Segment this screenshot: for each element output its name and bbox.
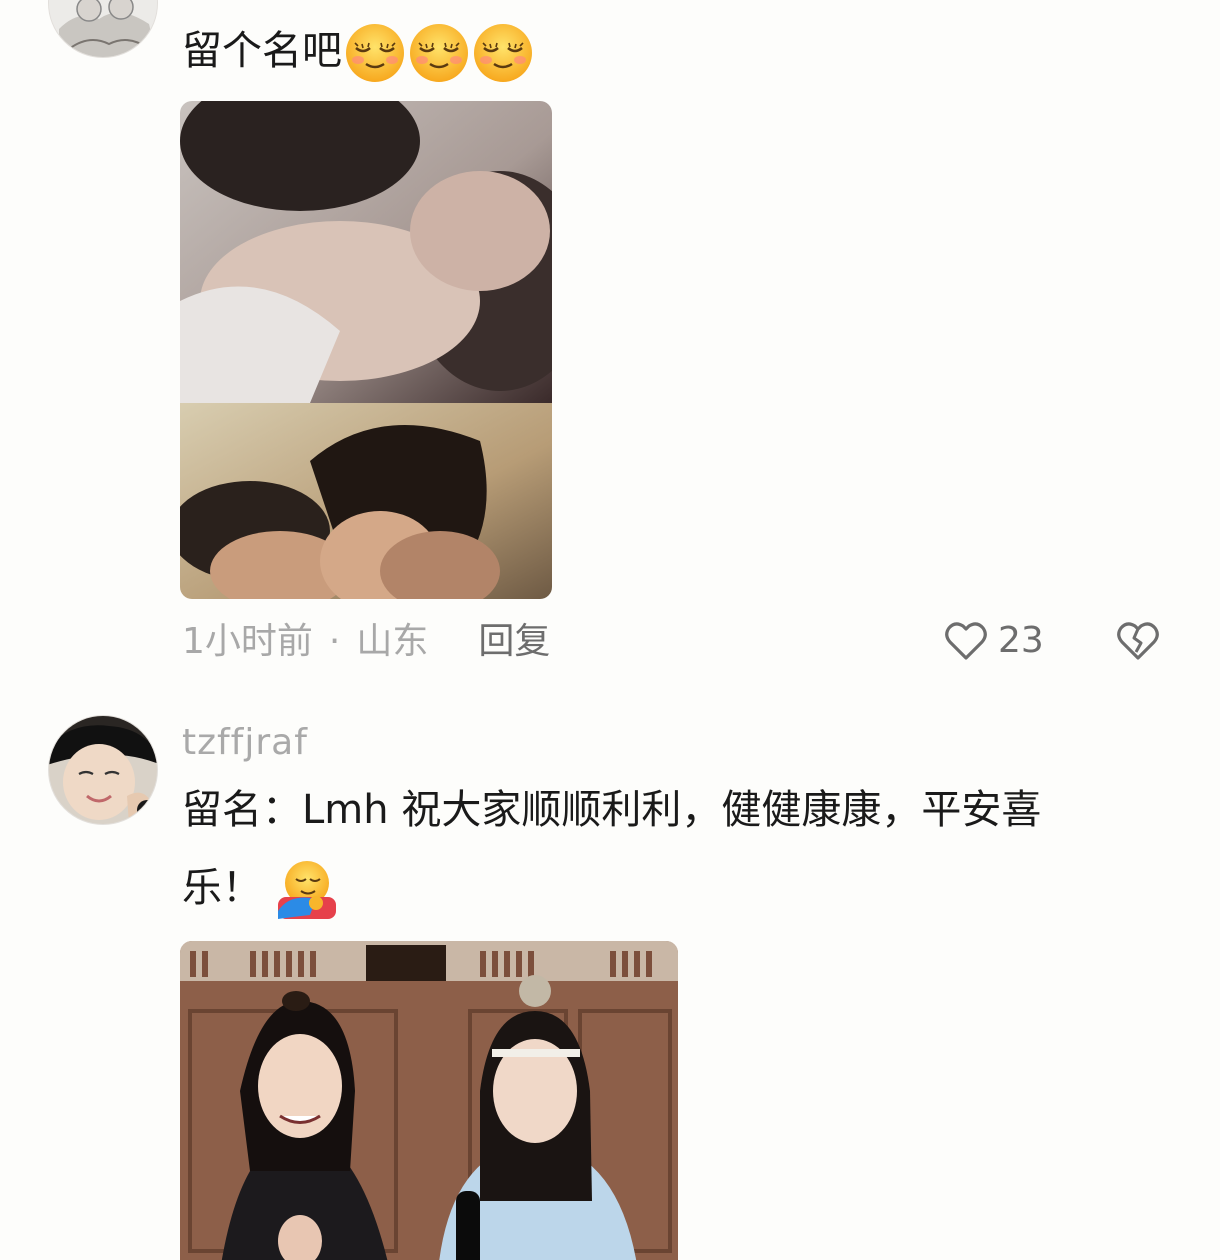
comment-item: tzffjraf 留名：Lmh 祝大家顺顺利利，健健康康，平安喜 乐！: [0, 690, 1220, 1260]
comment-text-line1: 留名：Lmh 祝大家顺顺利利，健健康康，平安喜: [182, 787, 1042, 833]
comment-image[interactable]: [180, 101, 552, 599]
comment-text-line2-wrap: 乐！: [182, 849, 1142, 927]
comment-text: 留名：Lmh 祝大家顺顺利利，健健康康，平安喜 乐！: [182, 771, 1142, 927]
comment-image[interactable]: [180, 941, 678, 1260]
username[interactable]: tzffjraf: [182, 722, 308, 763]
comment-text-content: 留个名吧: [182, 28, 342, 74]
hugging-face-icon: [276, 859, 338, 921]
smiling-face-icon: [344, 22, 406, 84]
reply-button[interactable]: 回复: [478, 621, 550, 662]
comment-meta: 1小时前 · 山东 回复: [182, 617, 550, 667]
avatar[interactable]: [48, 0, 158, 58]
meta-separator: ·: [328, 621, 341, 662]
comment-time: 1小时前: [182, 621, 313, 662]
comment-location: 山东: [356, 621, 429, 662]
dislike-button[interactable]: [1114, 616, 1162, 664]
smiling-face-icon: [472, 22, 534, 84]
smiling-face-icon: [408, 22, 470, 84]
comment-item: 留个名吧 1小时前 · 山东 回复 23: [0, 0, 1220, 690]
like-count: 23: [998, 619, 1044, 661]
comment-text: 留个名吧: [182, 12, 1142, 90]
like-button[interactable]: 23: [942, 615, 1044, 665]
avatar[interactable]: [48, 715, 158, 825]
comment-text-line2: 乐！: [182, 865, 262, 911]
heart-icon: [945, 622, 987, 660]
comment-feed: 留个名吧 1小时前 · 山东 回复 23 tzffjraf 留名：Lmh 祝大家…: [0, 0, 1220, 1260]
broken-heart-icon: [1117, 622, 1159, 660]
